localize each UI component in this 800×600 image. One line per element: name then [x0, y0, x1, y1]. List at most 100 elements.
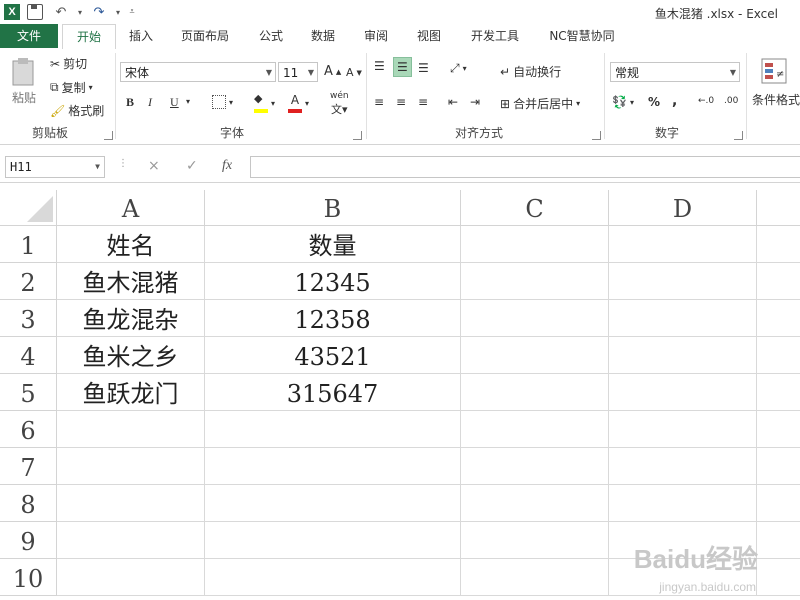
- row-header-2[interactable]: 2: [0, 263, 57, 300]
- cell-c5[interactable]: [461, 374, 609, 411]
- tab-formulas[interactable]: 公式: [250, 24, 292, 48]
- cell-d4[interactable]: [609, 337, 757, 374]
- align-bottom-button[interactable]: ☰: [418, 61, 429, 75]
- number-format-select[interactable]: 常规 ▼: [610, 62, 740, 82]
- tab-nc-collab[interactable]: NC智慧协同: [540, 24, 624, 48]
- increase-font-button[interactable]: A ▲: [324, 64, 341, 79]
- fill-color-button[interactable]: ◆ ▾: [254, 93, 275, 113]
- undo-button[interactable]: ↶: [50, 3, 72, 21]
- enter-button[interactable]: ✓: [186, 158, 198, 174]
- italic-button[interactable]: I: [148, 95, 152, 110]
- cell-a2[interactable]: 鱼木混猪: [57, 263, 205, 300]
- cut-button[interactable]: ✂ 剪切: [50, 55, 87, 72]
- cell-a3[interactable]: 鱼龙混杂: [57, 300, 205, 337]
- phonetic-button[interactable]: wén 文▾: [330, 91, 349, 117]
- cell-e10[interactable]: [757, 559, 800, 596]
- tab-home[interactable]: 开始: [62, 24, 116, 51]
- cell-d3[interactable]: [609, 300, 757, 337]
- cell-c2[interactable]: [461, 263, 609, 300]
- tab-data[interactable]: 数据: [302, 24, 344, 48]
- row-header-10[interactable]: 10: [0, 559, 57, 596]
- customize-qat-button[interactable]: ⩡: [126, 3, 138, 21]
- insert-function-button[interactable]: fx: [222, 158, 232, 174]
- underline-dropdown[interactable]: ▾: [186, 97, 190, 106]
- cell-b9[interactable]: [205, 522, 461, 559]
- row-header-6[interactable]: 6: [0, 411, 57, 448]
- row-header-7[interactable]: 7: [0, 448, 57, 485]
- percent-button[interactable]: %: [648, 95, 660, 109]
- accounting-format-button[interactable]: 💱 ▾: [612, 95, 634, 109]
- font-launcher[interactable]: [353, 131, 362, 140]
- cell-e7[interactable]: [757, 448, 800, 485]
- tab-review[interactable]: 审阅: [355, 24, 397, 48]
- cell-a1[interactable]: 姓名: [57, 226, 205, 263]
- cancel-button[interactable]: ×: [148, 158, 160, 174]
- cell-b2[interactable]: 12345: [205, 263, 461, 300]
- cell-d7[interactable]: [609, 448, 757, 485]
- decrease-font-button[interactable]: A ▼: [346, 66, 362, 79]
- cell-d6[interactable]: [609, 411, 757, 448]
- row-header-1[interactable]: 1: [0, 226, 57, 263]
- cell-c7[interactable]: [461, 448, 609, 485]
- row-header-4[interactable]: 4: [0, 337, 57, 374]
- conditional-format-button[interactable]: 条件格式: [752, 91, 800, 108]
- cell-c9[interactable]: [461, 522, 609, 559]
- border-button[interactable]: ▾: [212, 95, 233, 109]
- cell-a4[interactable]: 鱼米之乡: [57, 337, 205, 374]
- row-header-9[interactable]: 9: [0, 522, 57, 559]
- decrease-indent-button[interactable]: ⇤: [448, 95, 458, 109]
- cell-b10[interactable]: [205, 559, 461, 596]
- comma-button[interactable]: ,: [672, 93, 677, 109]
- cell-e2[interactable]: [757, 263, 800, 300]
- cell-c4[interactable]: [461, 337, 609, 374]
- format-painter-button[interactable]: 🖌 格式刷: [50, 102, 104, 119]
- cell-e8[interactable]: [757, 485, 800, 522]
- cell-a10[interactable]: [57, 559, 205, 596]
- wrap-text-button[interactable]: ↵ 自动换行: [500, 63, 561, 80]
- cell-b4[interactable]: 43521: [205, 337, 461, 374]
- cell-b5[interactable]: 315647: [205, 374, 461, 411]
- number-launcher[interactable]: [734, 131, 743, 140]
- underline-button[interactable]: U: [170, 95, 179, 110]
- cell-d2[interactable]: [609, 263, 757, 300]
- cell-c1[interactable]: [461, 226, 609, 263]
- cell-b7[interactable]: [205, 448, 461, 485]
- increase-decimal-button[interactable]: ←.0: [698, 96, 714, 106]
- cell-d5[interactable]: [609, 374, 757, 411]
- align-right-button[interactable]: ≡: [418, 95, 428, 109]
- row-header-3[interactable]: 3: [0, 300, 57, 337]
- align-center-button[interactable]: ≡: [396, 95, 406, 109]
- column-header-c[interactable]: C: [461, 190, 609, 226]
- cell-d8[interactable]: [609, 485, 757, 522]
- column-header-b[interactable]: B: [205, 190, 461, 226]
- increase-indent-button[interactable]: ⇥: [470, 95, 480, 109]
- cell-a7[interactable]: [57, 448, 205, 485]
- cell-e9[interactable]: [757, 522, 800, 559]
- cell-c10[interactable]: [461, 559, 609, 596]
- cell-b8[interactable]: [205, 485, 461, 522]
- cell-a5[interactable]: 鱼跃龙门: [57, 374, 205, 411]
- column-header-d[interactable]: D: [609, 190, 757, 226]
- merge-center-button[interactable]: ⊞ 合并后居中 ▾: [500, 95, 580, 112]
- name-box[interactable]: H11 ▼: [5, 156, 105, 178]
- formula-input[interactable]: [250, 156, 800, 178]
- cell-e1[interactable]: [757, 226, 800, 263]
- cell-c3[interactable]: [461, 300, 609, 337]
- select-all-button[interactable]: [0, 190, 57, 226]
- font-color-button[interactable]: A ▾: [288, 93, 309, 113]
- cell-e6[interactable]: [757, 411, 800, 448]
- column-header-e[interactable]: [757, 190, 800, 226]
- tab-view[interactable]: 视图: [408, 24, 450, 48]
- cell-a9[interactable]: [57, 522, 205, 559]
- cell-e4[interactable]: [757, 337, 800, 374]
- paste-button[interactable]: 粘贴: [10, 57, 38, 106]
- cell-b1[interactable]: 数量: [205, 226, 461, 263]
- font-size-select[interactable]: 11 ▼: [278, 62, 318, 82]
- save-button[interactable]: [24, 3, 46, 21]
- redo-dropdown[interactable]: ▾: [114, 3, 122, 21]
- cell-a6[interactable]: [57, 411, 205, 448]
- tab-file[interactable]: 文件: [0, 24, 58, 48]
- decrease-decimal-button[interactable]: .00: [724, 96, 738, 106]
- tab-developer[interactable]: 开发工具: [462, 24, 528, 48]
- copy-button[interactable]: ⧉ 复制 ▾: [50, 79, 93, 96]
